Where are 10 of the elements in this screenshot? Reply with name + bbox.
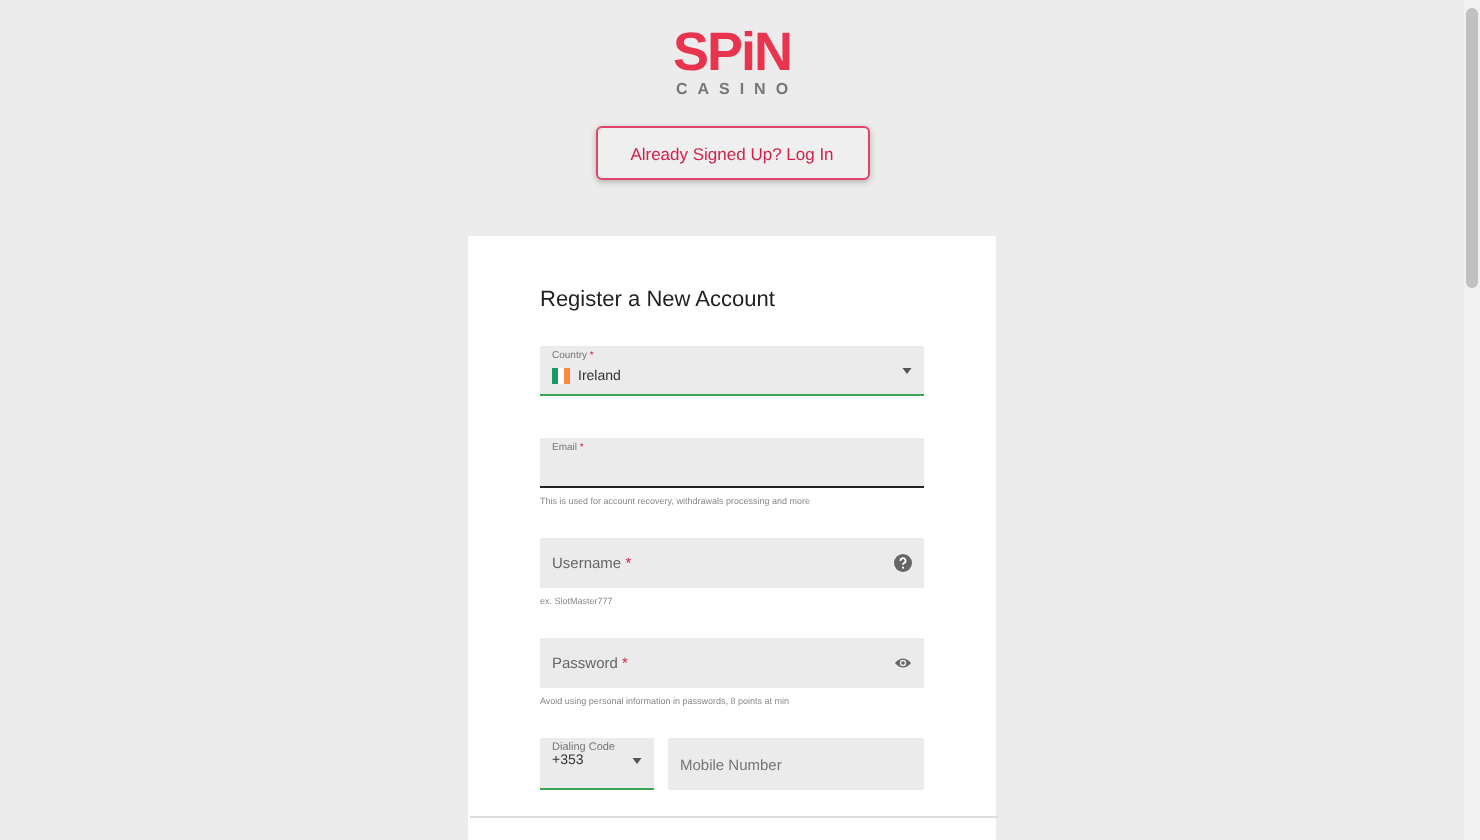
flag-icon — [552, 368, 570, 384]
scrollbar[interactable] — [1464, 0, 1480, 840]
logo-wordmark: SPiN — [672, 24, 792, 80]
login-button[interactable]: Already Signed Up? Log In — [595, 126, 869, 180]
logo-subtitle: CASINO — [675, 80, 799, 98]
eye-icon[interactable] — [894, 653, 912, 671]
caret-icon — [632, 758, 642, 764]
form-title: Register a New Account — [540, 288, 777, 312]
caret-icon — [902, 367, 912, 373]
help-icon[interactable] — [894, 553, 912, 571]
